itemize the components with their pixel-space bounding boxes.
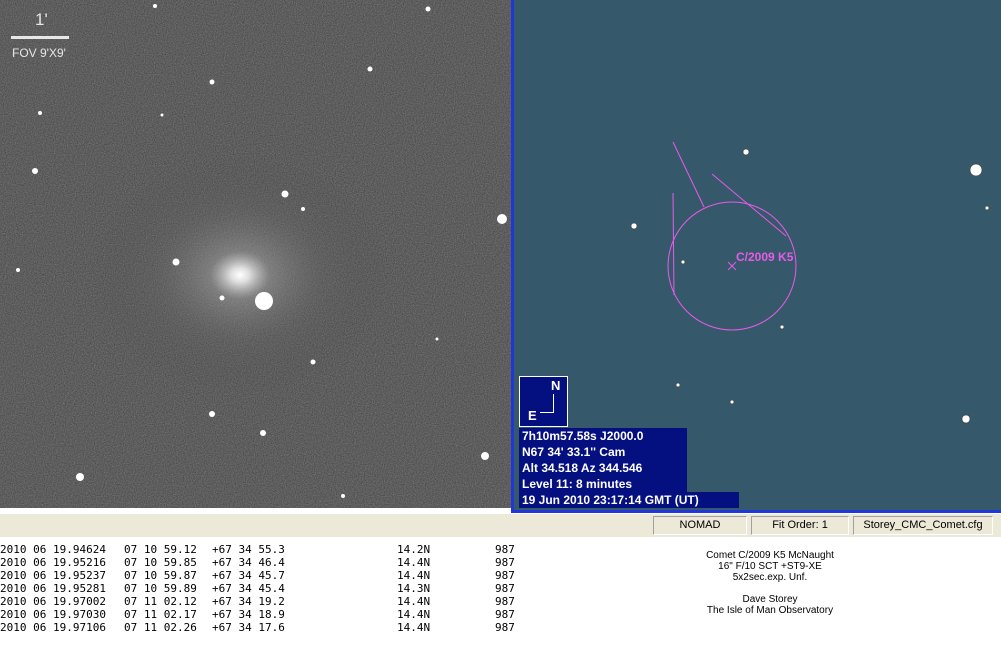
compass-rose: N E	[519, 376, 568, 427]
comet-nucleus	[255, 292, 273, 310]
comet-label[interactable]: C/2009 K5	[736, 250, 793, 264]
star[interactable]	[984, 205, 990, 211]
star[interactable]	[969, 163, 983, 177]
log-row: 2010 06 19.97030 07 11 02.17 +67 34 18.9 14…	[0, 608, 515, 621]
log-row: 2010 06 19.95237 07 10 59.87 +67 34 45.7 14…	[0, 569, 515, 582]
scale-bar	[11, 36, 69, 39]
compass-east-arrow	[540, 412, 554, 413]
info-dec: N67 34' 33.1'' Cam	[519, 444, 687, 460]
info-alt-az: Alt 34.518 Az 344.546	[519, 460, 687, 476]
tail-line	[672, 141, 705, 208]
fov-label: FOV 9'X9'	[12, 46, 66, 60]
star[interactable]	[729, 399, 735, 405]
star[interactable]	[779, 324, 785, 330]
star[interactable]	[675, 382, 681, 388]
status-catalog: NOMAD	[653, 516, 747, 535]
star[interactable]	[742, 148, 750, 156]
credit-line	[640, 583, 900, 594]
log-row: 2010 06 19.95216 07 10 59.85 +67 34 46.4 14…	[0, 556, 515, 569]
compass-north-arrow	[553, 394, 554, 412]
compass-east-label: E	[528, 408, 537, 423]
credit-line: 16" F/10 SCT +ST9-XE	[718, 561, 822, 572]
star[interactable]	[630, 222, 638, 230]
log-row: 2010 06 19.97002 07 11 02.12 +67 34 19.2 14…	[0, 595, 515, 608]
status-config-file: Storey_CMC_Comet.cfg	[853, 516, 993, 535]
credit-line: Comet C/2009 K5 McNaught	[706, 550, 834, 561]
tail-line	[711, 173, 787, 237]
credit-line: 5x2sec.exp. Unf.	[732, 572, 808, 583]
scale-label: 1'	[35, 10, 48, 29]
comet-image	[0, 0, 511, 508]
star[interactable]	[961, 414, 971, 424]
credit-line: Dave Storey	[742, 594, 798, 605]
star[interactable]	[680, 259, 686, 265]
info-time: 19 Jun 2010 23:17:14 GMT (UT)	[519, 492, 739, 508]
credit-line: The Isle of Man Observatory	[706, 605, 834, 616]
log-row: 2010 06 19.94624 07 10 59.12 +67 34 55.3 14…	[0, 543, 515, 556]
log-row: 2010 06 19.97106 07 11 02.26 +67 34 17.6 14…	[0, 621, 515, 634]
info-level: Level 11: 8 minutes	[519, 476, 687, 492]
log-row: 2010 06 19.95281 07 10 59.89 +67 34 45.4 14…	[0, 582, 515, 595]
tail-line	[672, 192, 675, 296]
measurement-log[interactable]: 2010 06 19.94624 07 10 59.12 +67 34 55.3 14…	[0, 541, 600, 639]
status-bar: NOMAD Fit Order: 1 Storey_CMC_Comet.cfg	[0, 513, 1001, 537]
sky-chart[interactable]: C/2009 K5 N E 7h10m57.58s J2000.0 N67 34…	[514, 0, 1001, 513]
observation-credits: Comet C/2009 K5 McNaught 16" F/10 SCT +S…	[640, 550, 900, 616]
status-fit-order: Fit Order: 1	[751, 516, 849, 535]
camera-image[interactable]: 1' FOV 9'X9'	[0, 0, 511, 508]
info-ra: 7h10m57.58s J2000.0	[519, 428, 687, 444]
compass-north-label: N	[551, 378, 561, 393]
